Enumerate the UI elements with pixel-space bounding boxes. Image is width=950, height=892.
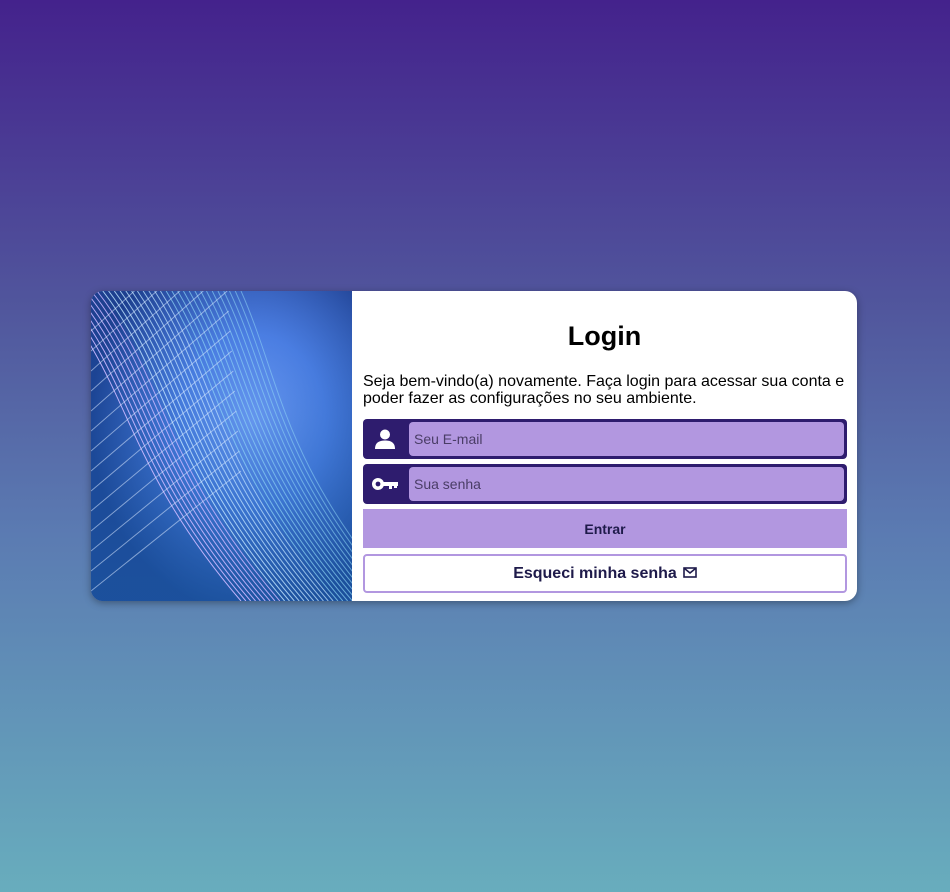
forgot-password-button[interactable]: Esqueci minha senha xyxy=(363,554,847,593)
login-card: Login Seja bem-vindo(a) novamente. Faça … xyxy=(91,291,857,601)
user-icon xyxy=(363,419,407,459)
key-icon xyxy=(363,464,407,504)
decorative-wave-image xyxy=(91,291,352,601)
password-input[interactable] xyxy=(409,467,844,501)
password-field-group xyxy=(363,464,847,504)
login-panel: Login Seja bem-vindo(a) novamente. Faça … xyxy=(352,291,857,601)
envelope-icon xyxy=(682,565,697,583)
login-submit-button[interactable]: Entrar xyxy=(363,509,847,548)
welcome-message: Seja bem-vindo(a) novamente. Faça login … xyxy=(363,373,845,407)
page-title: Login xyxy=(567,321,642,351)
forgot-password-label: Esqueci minha senha xyxy=(513,564,677,582)
email-input[interactable] xyxy=(409,422,844,456)
email-field-group xyxy=(363,419,847,459)
